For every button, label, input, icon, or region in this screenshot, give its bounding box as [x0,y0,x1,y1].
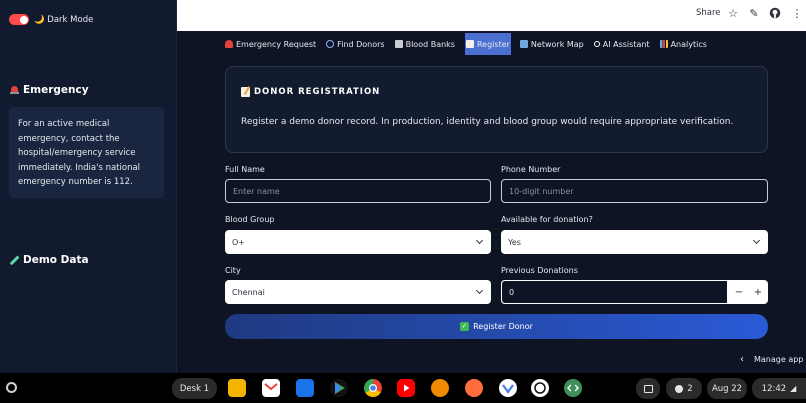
phone-placeholder: 10-digit number [509,186,574,196]
wifi-icon: ◢ [790,384,797,393]
chrome-icon[interactable] [364,379,382,397]
phone-label: Phone Number [501,165,561,174]
blood-group-label: Blood Group [225,215,275,224]
previous-donations-stepper: 0 − + [501,280,768,304]
full-name-input[interactable]: Enter name [225,179,491,203]
tab-label: Blood Banks [405,39,455,49]
siren-icon [225,40,233,48]
notification-icon [675,384,684,393]
more-icon[interactable]: ⋮ [790,7,804,21]
emergency-heading: Emergency [10,84,89,96]
demo-data-heading-text: Demo Data [23,254,89,266]
full-name-placeholder: Enter name [233,186,280,196]
chatgpt-icon[interactable] [531,379,549,397]
date-button[interactable]: Aug 22 [707,378,747,399]
tab-register[interactable]: Register [464,33,511,55]
registration-title: DONOR REGISTRATION [241,87,380,97]
available-label: Available for donation? [501,215,593,224]
search-icon [326,40,335,48]
screen-capture-button[interactable] [636,378,660,399]
tab-label: Register [476,39,510,49]
tab-label: AI Assistant [602,39,650,49]
dev-icon[interactable] [564,379,582,397]
available-value: Yes [508,237,521,247]
tab-bar: Emergency Request Find Donors Blood Bank… [225,33,717,55]
siren-icon [10,85,19,95]
sidebar: 🌙 Dark Mode Emergency For an active medi… [0,0,177,373]
app-orange-icon[interactable] [465,379,483,397]
tab-label: Analytics [670,39,707,49]
chevron-down-icon [475,236,484,245]
desk-button[interactable]: Desk 1 [172,378,217,399]
register-donor-label: Register Donor [473,322,533,331]
app-header: Share ☆ ✎ ⋮ [177,0,806,31]
manage-app-button[interactable]: ‹ Manage app [740,354,803,365]
bar-chart-icon [659,40,668,48]
registration-description: Register a demo donor record. In product… [241,117,734,127]
blood-group-value: O+ [232,237,245,247]
registration-title-text: DONOR REGISTRATION [254,87,381,97]
chevron-down-icon [752,236,761,245]
system-taskbar: Desk 1 2 Aug 22 12:42 ◢ [0,373,806,403]
emergency-heading-text: Emergency [23,84,89,96]
test-tube-icon [8,254,21,267]
tab-find-donors[interactable]: Find Donors [326,33,385,55]
files-icon[interactable] [296,379,314,397]
dark-mode-label: 🌙 Dark Mode [34,14,94,25]
registration-card: DONOR REGISTRATION Register a demo donor… [225,66,768,153]
previous-donations-label: Previous Donations [501,266,578,275]
sparkle-icon [593,41,600,47]
notifications-button[interactable]: 2 [666,378,702,399]
gmail-icon[interactable] [262,379,280,397]
city-value: Chennai [232,287,265,297]
tab-blood-banks[interactable]: Blood Banks [394,33,455,55]
tab-label: Find Donors [337,39,385,49]
blood-group-select[interactable]: O+ [225,230,491,254]
share-button[interactable]: Share [696,8,721,18]
app-blue-icon[interactable] [499,379,517,397]
youtube-icon[interactable] [397,379,415,397]
dark-mode-toggle[interactable] [9,14,29,25]
clock-time: 12:42 [761,383,787,394]
city-label: City [225,266,241,275]
register-donor-button[interactable]: ✓ Register Donor [225,314,768,339]
tab-ai-assistant[interactable]: AI Assistant [593,33,650,55]
vlc-icon[interactable] [431,379,449,397]
phone-input[interactable]: 10-digit number [501,179,768,203]
emergency-info-card: For an active medical emergency, contact… [9,107,164,198]
launcher-icon[interactable] [6,382,17,393]
tab-network-map[interactable]: Network Map [519,33,584,55]
demo-data-heading: Demo Data [10,254,89,266]
play-store-icon[interactable] [330,379,348,397]
screen-capture-icon [643,384,653,393]
check-icon: ✓ [460,322,470,331]
decrement-button[interactable]: − [729,280,749,304]
tab-label: Emergency Request [236,39,317,49]
star-icon[interactable]: ☆ [726,7,740,21]
hospital-icon [394,40,403,48]
notification-count: 2 [687,383,693,394]
memo-icon [465,40,474,48]
tab-emergency-request[interactable]: Emergency Request [225,33,316,55]
tab-label: Network Map [530,39,584,49]
manage-app-label: Manage app [754,355,804,364]
memo-icon [241,87,250,97]
edit-icon[interactable]: ✎ [747,7,761,21]
map-icon [519,40,528,48]
full-name-label: Full Name [225,165,265,174]
available-select[interactable]: Yes [501,230,768,254]
tab-analytics[interactable]: Analytics [659,33,707,55]
chevron-down-icon [475,286,484,295]
emergency-info-text: For an active medical emergency, contact… [18,119,141,187]
previous-donations-input[interactable]: 0 [501,280,728,304]
city-select[interactable]: Chennai [225,280,491,304]
status-area[interactable]: 12:42 ◢ [752,378,806,399]
github-icon[interactable] [768,7,782,21]
chevron-left-icon: ‹ [740,354,744,365]
increment-button[interactable]: + [748,280,768,304]
meet-icon[interactable] [228,379,246,397]
dark-mode-toggle-row[interactable]: 🌙 Dark Mode [9,14,93,25]
